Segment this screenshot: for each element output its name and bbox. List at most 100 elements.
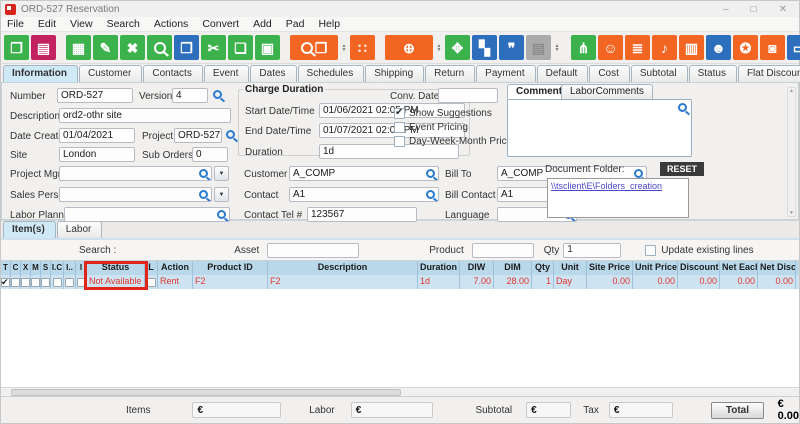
col-header-net-each[interactable]: Net Each [720, 261, 758, 275]
money-add-icon[interactable]: ✪ [733, 35, 758, 60]
tab-item-s[interactable]: Item(s) [3, 221, 56, 238]
cut-icon[interactable]: ✂ [201, 35, 226, 60]
row-checkbox-s[interactable] [41, 275, 51, 289]
product-input[interactable] [472, 243, 534, 258]
row-checkbox-x[interactable] [21, 275, 31, 289]
col-header-description[interactable]: Description [268, 261, 418, 275]
cell-unit-price[interactable]: 0.00 [633, 275, 678, 289]
save-icon[interactable]: ▦ [66, 35, 91, 60]
tab-shipping[interactable]: Shipping [365, 65, 424, 82]
labor-planner-search-icon[interactable] [217, 210, 226, 219]
row-checkbox-m[interactable] [31, 275, 41, 289]
cell-qty[interactable]: 1 [532, 275, 554, 289]
tab-labor[interactable]: Labor [57, 221, 103, 238]
labor-planner-field[interactable] [64, 207, 230, 222]
contact-tel-field[interactable]: 123567 [307, 207, 417, 222]
tab-contacts[interactable]: Contacts [143, 65, 202, 82]
project-field[interactable]: ORD-527 [174, 128, 222, 143]
col-header-site-price[interactable]: Site Price [587, 261, 633, 275]
comments-box[interactable] [507, 99, 692, 157]
cell-product-id[interactable]: F2 [193, 275, 268, 289]
sales-person-field[interactable] [59, 187, 212, 202]
description-field[interactable]: ord2-othr site [59, 108, 231, 123]
sub-orders-field[interactable]: 0 [192, 147, 228, 162]
col-header-product-id[interactable]: Product ID [193, 261, 268, 275]
col-header-l[interactable]: L [145, 261, 158, 275]
version-search-icon[interactable] [213, 90, 222, 99]
options-dots-icon[interactable]: ∷ [350, 35, 375, 60]
reset-button[interactable]: RESET [660, 162, 704, 176]
row-checkbox-i[interactable] [64, 275, 76, 289]
cell-net-disc[interactable]: 0.00 [758, 275, 796, 289]
smiley-icon[interactable]: ☺ [598, 35, 623, 60]
chat-person-icon[interactable]: ☻ [706, 35, 731, 60]
col-header-amou[interactable]: Amou [796, 261, 799, 275]
document-folder-link[interactable]: \\tsclient\E\Folders_creation [551, 181, 662, 191]
col-header-qty[interactable]: Qty [532, 261, 554, 275]
col-header-unit[interactable]: Unit [554, 261, 587, 275]
tab-payment[interactable]: Payment [476, 65, 535, 82]
cell-l-check[interactable] [145, 275, 158, 289]
panel-vertical-scrollbar[interactable]: ▲▼ [787, 87, 796, 217]
tab-event[interactable]: Event [204, 65, 250, 82]
grid-data-row[interactable]: Not AvailableRentF2F21d7.0028.001Day0.00… [1, 275, 799, 289]
total-button[interactable]: Total [711, 402, 763, 419]
edit-icon[interactable]: ✎ [93, 35, 118, 60]
comment-icon[interactable]: ❞ [499, 35, 524, 60]
customer-field[interactable]: A_COMP [289, 166, 439, 181]
menu-edit[interactable]: Edit [38, 18, 56, 30]
row-checkbox-c[interactable] [11, 275, 21, 289]
cell-unit[interactable]: Day [554, 275, 587, 289]
contact-search-icon[interactable] [426, 190, 435, 199]
project-search-icon[interactable] [226, 130, 235, 139]
search-icon[interactable] [147, 35, 172, 60]
minimize-icon[interactable]: – [723, 4, 729, 15]
col-header-dim[interactable]: DIM [494, 261, 532, 275]
cell-status[interactable]: Not Available [87, 275, 145, 289]
col-header-duration[interactable]: Duration [418, 261, 460, 275]
col-header-i[interactable]: I.. [64, 261, 76, 275]
tab-customer[interactable]: Customer [79, 65, 142, 82]
tab-cost[interactable]: Cost [589, 65, 630, 82]
bill-to-search-icon[interactable] [634, 169, 643, 178]
tab-status[interactable]: Status [689, 65, 737, 82]
col-header-x[interactable]: X [21, 261, 31, 275]
tab-return[interactable]: Return [425, 65, 475, 82]
menu-file[interactable]: File [7, 18, 24, 30]
copy-icon[interactable]: ❏ [228, 35, 253, 60]
cell-net-each[interactable]: 0.00 [720, 275, 758, 289]
print-icon[interactable]: ▤ [31, 35, 56, 60]
menu-add[interactable]: Add [253, 18, 272, 30]
col-header-i[interactable]: I [76, 261, 87, 275]
update-existing-checkbox[interactable] [645, 245, 656, 256]
col-header-discount[interactable]: Discount [678, 261, 720, 275]
number-field[interactable]: ORD-527 [57, 88, 133, 103]
toolbar-spinner[interactable]: ▲▼ [435, 35, 443, 60]
menu-help[interactable]: Help [318, 18, 340, 30]
conv-date-field[interactable] [438, 88, 498, 103]
clipboard-icon[interactable]: ▥ [679, 35, 704, 60]
customer-search-icon[interactable] [426, 169, 435, 178]
scrollbar-thumb[interactable] [11, 389, 401, 396]
truck-icon[interactable]: ▭ [787, 35, 800, 60]
tab-dates[interactable]: Dates [250, 65, 296, 82]
col-header-net-disc[interactable]: Net Disc [758, 261, 796, 275]
notes-icon[interactable]: ≣ [625, 35, 650, 60]
grid-icon[interactable]: ▚ [472, 35, 497, 60]
col-header-s[interactable]: S [41, 261, 51, 275]
music-icon[interactable]: ♪ [652, 35, 677, 60]
add-to-cart-icon[interactable]: ⊕ [385, 35, 433, 60]
expand-icon[interactable]: ✥ [445, 35, 470, 60]
show-suggestions-checkbox[interactable] [394, 108, 405, 119]
disabled-tool-icon[interactable]: ▤ [526, 35, 551, 60]
menu-view[interactable]: View [70, 18, 93, 30]
row-checkbox-t[interactable] [1, 275, 11, 289]
col-header-i-c[interactable]: I.C [51, 261, 64, 275]
menu-convert[interactable]: Convert [202, 18, 239, 30]
cell-amount[interactable] [796, 275, 799, 289]
cell-duration[interactable]: 1d [418, 275, 460, 289]
tab-subtotal[interactable]: Subtotal [631, 65, 688, 82]
cell-description[interactable]: F2 [268, 275, 418, 289]
product-search-icon[interactable]: ❒ [290, 35, 338, 60]
copy-special-icon[interactable]: ❐ [174, 35, 199, 60]
